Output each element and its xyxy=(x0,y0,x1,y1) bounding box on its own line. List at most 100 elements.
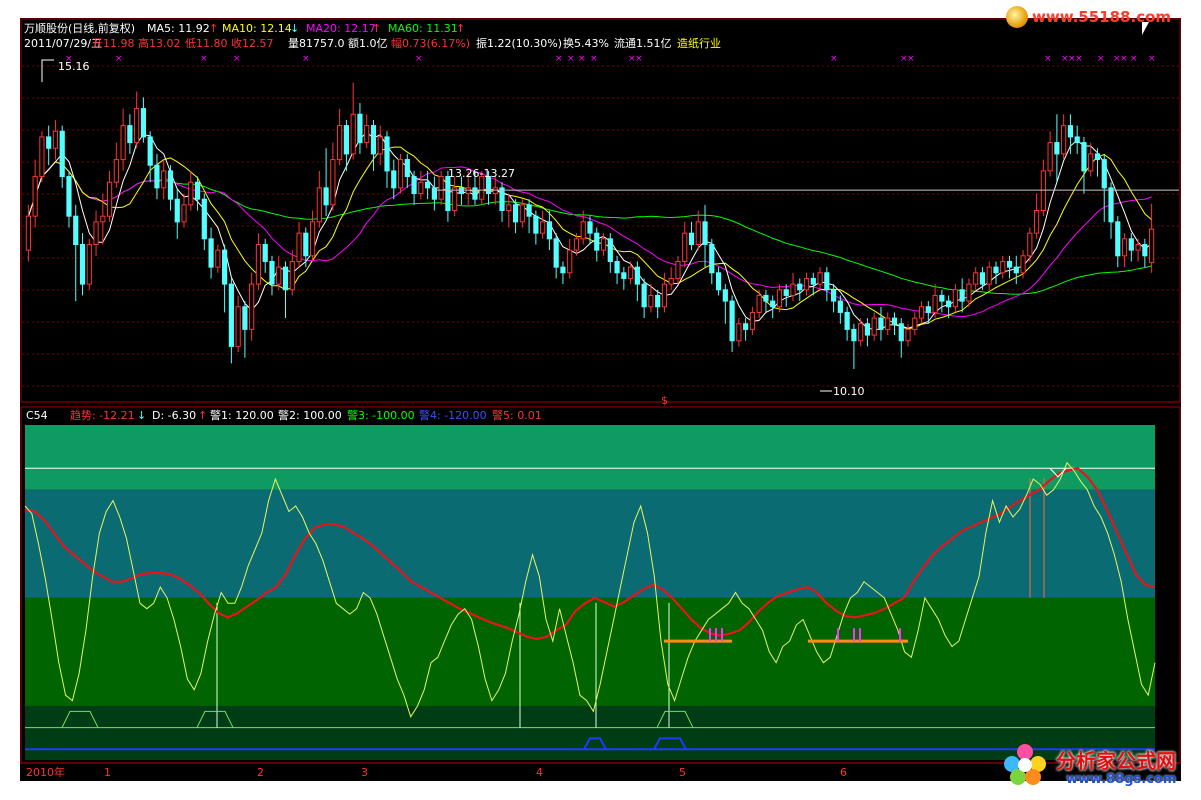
candle-body xyxy=(445,176,451,212)
candle-body xyxy=(222,249,228,285)
candle-body xyxy=(431,187,437,200)
candle-body xyxy=(918,306,925,319)
candle-body xyxy=(749,311,755,330)
candle-body xyxy=(715,272,722,291)
candle-body xyxy=(1047,142,1053,172)
top-watermark-logo xyxy=(1006,6,1028,28)
signal-x-marker: × xyxy=(1075,54,1083,64)
candle-body xyxy=(167,170,174,200)
signal-x-marker: × xyxy=(567,54,575,64)
candle-body xyxy=(675,260,681,279)
candle-body xyxy=(560,266,566,274)
candle-body xyxy=(979,272,986,285)
chart-canvas[interactable]: × × × × × × × × × × × × × × × × × × × × × × × × xyxy=(20,18,1181,781)
candle-body xyxy=(1020,255,1026,274)
candle-body xyxy=(688,232,695,245)
candle-body xyxy=(269,260,275,285)
candle-body xyxy=(1033,210,1040,234)
candle-body xyxy=(458,187,465,195)
band-upper xyxy=(25,489,1155,598)
candle-body xyxy=(364,125,370,144)
candle-body xyxy=(73,215,79,245)
candle-body xyxy=(438,176,444,200)
candle-body xyxy=(181,204,187,223)
indicator-name: C54 xyxy=(26,409,48,422)
candle-body xyxy=(946,300,952,308)
candle-body xyxy=(255,243,262,285)
candle-body xyxy=(262,243,268,262)
bottom-watermark-cn: 分析家公式网 xyxy=(1056,749,1176,773)
price-panel-frame xyxy=(20,18,1181,403)
candle-body xyxy=(695,221,701,245)
indicator-warn5: 警5: 0.01 xyxy=(492,409,542,422)
candle-body xyxy=(743,323,749,330)
candle-body xyxy=(824,272,830,291)
candle-body xyxy=(837,300,843,313)
candle-body xyxy=(154,164,160,189)
signal-x-marker: × xyxy=(578,54,586,64)
candle-body xyxy=(194,181,201,200)
candle-body xyxy=(621,272,627,279)
candle-body xyxy=(235,306,241,347)
candle-body xyxy=(1121,238,1128,257)
top-watermark-text: www.55188.com xyxy=(1032,8,1172,26)
candle-body xyxy=(377,136,383,155)
candle-body xyxy=(161,170,167,189)
candle-body xyxy=(506,204,512,212)
signal-x-marker: × xyxy=(200,54,208,64)
ma5-label: MA5: 11.92 xyxy=(147,22,210,35)
candle-body xyxy=(1027,232,1033,257)
signal-x-marker: × xyxy=(635,54,643,64)
quote-close: 收12.57 xyxy=(231,37,274,50)
candle-body xyxy=(770,300,776,308)
candle-body xyxy=(215,249,221,268)
indicator-warn4: 警4: -120.00 xyxy=(419,409,487,422)
candle-body xyxy=(614,260,620,274)
candle-body xyxy=(343,125,350,155)
candle-body xyxy=(567,249,573,274)
candle-body xyxy=(452,187,458,212)
quote-high: 高13.02 xyxy=(138,37,181,50)
candle-body xyxy=(553,238,559,268)
candle-body xyxy=(851,328,857,342)
band-oversold xyxy=(25,705,1155,760)
candle-body xyxy=(1149,228,1155,264)
candle-body xyxy=(891,317,898,325)
candle-body xyxy=(817,272,823,285)
candle-body xyxy=(134,108,140,144)
signal-x-marker: × xyxy=(302,54,310,64)
candle-body xyxy=(594,232,600,251)
candle-body xyxy=(573,238,580,251)
xaxis-label-1: 1 xyxy=(104,766,111,779)
quote-amount: 额1.0亿 xyxy=(348,37,388,50)
candle-body xyxy=(634,266,640,285)
candle-body xyxy=(66,176,72,217)
candle-body xyxy=(736,323,742,342)
candle-body xyxy=(228,283,234,347)
candle-body xyxy=(729,300,735,342)
candle-body xyxy=(32,176,38,217)
signal-x-marker: × xyxy=(590,54,598,64)
xaxis-label-2: 2 xyxy=(257,766,264,779)
signal-x-marker: × xyxy=(1044,54,1052,64)
candle-body xyxy=(607,238,613,262)
candle-body xyxy=(898,323,904,342)
candle-body xyxy=(303,232,309,257)
candle-body xyxy=(783,289,789,296)
candle-body xyxy=(952,289,958,308)
signal-x-marker: × xyxy=(415,54,423,64)
candle-body xyxy=(844,311,850,330)
candle-body xyxy=(1006,260,1013,268)
range-price-label: 13.26-13.27 xyxy=(448,167,515,180)
low-price-label: 10.10 xyxy=(833,385,865,398)
chart-window: × × × × × × × × × × × × × × × × × × × × × × × × 万顺股份(日线,前复权) MA… xyxy=(20,18,1181,781)
candle-body xyxy=(973,272,979,285)
candle-body xyxy=(113,159,119,183)
candle-body xyxy=(350,113,356,155)
candle-body xyxy=(648,294,654,308)
candle-body xyxy=(120,125,126,161)
candle-body xyxy=(59,130,65,178)
candle-body xyxy=(323,187,329,206)
candle-body xyxy=(418,181,424,195)
candle-body xyxy=(1108,187,1114,223)
